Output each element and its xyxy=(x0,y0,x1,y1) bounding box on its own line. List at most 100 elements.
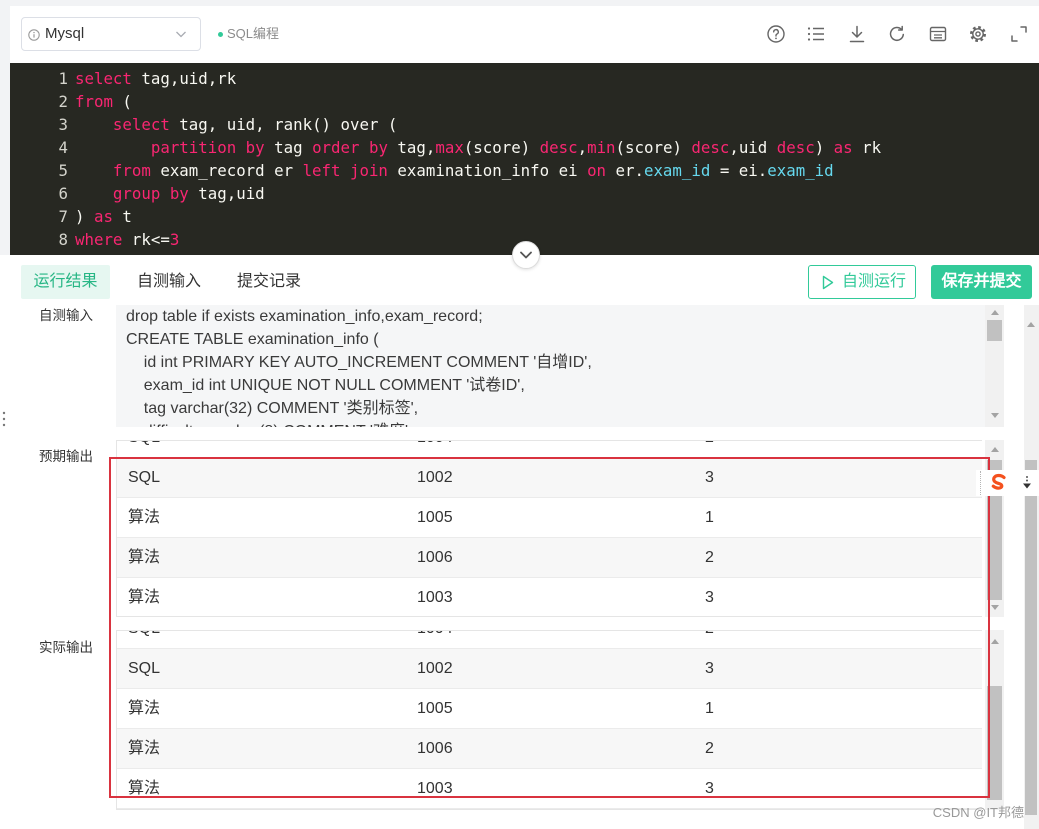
chevron-down-icon xyxy=(174,27,188,41)
table-cell: 1 xyxy=(705,509,714,526)
download-icon[interactable] xyxy=(847,24,867,44)
line-number: 8 xyxy=(58,230,68,249)
code-editor[interactable]: 1 select tag,uid,rk 2 from (3 select tag, u… xyxy=(10,63,1039,255)
code-token-plain: tag xyxy=(264,138,313,157)
table-cell: SQL xyxy=(128,469,161,486)
code-token-kw: select xyxy=(75,69,132,88)
table-row: SQL 1004 2 xyxy=(117,631,982,649)
code-token-plain: ( xyxy=(112,92,132,111)
self-input-content: drop table if exists examination_info,ex… xyxy=(116,305,985,427)
table-row: 算法 1005 1 xyxy=(117,689,982,729)
self-test-run-button[interactable]: 自测运行 xyxy=(808,265,916,299)
tab-run-result[interactable]: 运行结果 xyxy=(21,265,110,299)
expected-output-scrollbar[interactable] xyxy=(985,440,1004,617)
table-cell: 1003 xyxy=(417,780,453,797)
tab-self-test-input[interactable]: 自测输入 xyxy=(137,265,201,299)
expected-output-table: SQL 1004 2 SQL 1002 3 算法 1005 1 算法 1006 2 算法 1003 3 xyxy=(116,440,982,617)
self-input-line: exam_id int UNIQUE NOT NULL COMMENT '试卷I… xyxy=(126,377,525,394)
line-number: 6 xyxy=(58,184,68,203)
table-cell: 1006 xyxy=(417,740,453,757)
code-line[interactable]: 4 partition by tag order by tag,max(scor… xyxy=(10,136,1039,159)
scroll-down-icon[interactable] xyxy=(990,605,999,610)
caret-down-icon[interactable] xyxy=(1021,475,1033,496)
code-line[interactable]: 7 ) as t xyxy=(10,205,1039,228)
self-input-scrollbar[interactable] xyxy=(985,305,1004,427)
table-cell: 算法 xyxy=(128,549,161,566)
code-token-plain: er. xyxy=(606,161,644,180)
scroll-down-icon[interactable] xyxy=(990,413,999,418)
code-token-plain: , xyxy=(577,138,588,157)
table-cell: 1002 xyxy=(417,660,453,677)
self-input-label: 自测输入 xyxy=(39,308,93,323)
database-select[interactable]: Mysql xyxy=(21,17,201,51)
expected-output-label: 预期输出 xyxy=(39,449,93,464)
top-band xyxy=(0,0,1039,6)
scroll-up-icon[interactable] xyxy=(990,447,999,452)
table-cell: 算法 xyxy=(128,780,161,797)
code-token-prop: exam_id xyxy=(643,161,711,180)
self-test-run-label: 自测运行 xyxy=(842,273,907,290)
code-line[interactable]: 1 select tag,uid,rk xyxy=(10,67,1039,90)
code-token-kw: as xyxy=(833,138,853,157)
line-number: 4 xyxy=(58,138,68,157)
collapse-editor-button[interactable] xyxy=(512,241,540,269)
table-cell: 3 xyxy=(705,589,714,606)
table-cell: 1004 xyxy=(417,631,453,649)
database-select-value: Mysql xyxy=(45,25,85,42)
save-and-submit-button[interactable]: 保存并提交 xyxy=(931,265,1032,299)
tab-submission-history[interactable]: 提交记录 xyxy=(237,265,301,299)
code-line[interactable]: 5 from exam_record er left join examinat… xyxy=(10,159,1039,182)
table-cell: 2 xyxy=(705,631,714,649)
line-number: 7 xyxy=(58,207,68,226)
table-cell: SQL xyxy=(128,631,160,649)
chevron-down-icon xyxy=(520,251,532,259)
list-icon[interactable] xyxy=(806,24,826,44)
gear-icon[interactable] xyxy=(968,24,988,44)
table-row: SQL 1002 3 xyxy=(117,458,982,498)
table-cell: 算法 xyxy=(128,509,161,526)
code-text: ) as t xyxy=(75,205,132,228)
code-token-plain: tag, xyxy=(387,138,436,157)
mode-label: SQL编程 xyxy=(227,26,280,41)
code-token-kw: desc xyxy=(539,138,578,157)
table-cell: 1006 xyxy=(417,549,453,566)
code-token-plain: examination_info ei xyxy=(387,161,588,180)
line-number: 2 xyxy=(58,92,68,111)
drag-grip[interactable] xyxy=(980,471,981,495)
self-input-line: CREATE TABLE examination_info ( xyxy=(126,331,379,348)
code-line[interactable]: 3 select tag, uid, rank() over ( xyxy=(10,113,1039,136)
code-token-kw: group by xyxy=(75,184,189,203)
code-token-plain: rk xyxy=(852,138,882,157)
page-scrollbar[interactable] xyxy=(1024,305,1039,829)
code-token-num: 3 xyxy=(169,230,180,249)
code-token-plain: rk<= xyxy=(122,230,170,249)
scroll-thumb[interactable] xyxy=(1025,460,1037,815)
code-text: select tag, uid, rank() over ( xyxy=(75,113,397,136)
table-cell: 2 xyxy=(705,441,714,458)
code-line[interactable]: 2 from ( xyxy=(10,90,1039,113)
line-number: 1 xyxy=(58,69,68,88)
scroll-up-icon[interactable] xyxy=(1027,314,1035,332)
actual-output-scrollbar[interactable] xyxy=(985,630,1004,810)
code-token-kw: desc xyxy=(691,138,730,157)
resize-handle[interactable] xyxy=(1,410,7,428)
table-cell: SQL xyxy=(128,441,160,458)
help-icon[interactable] xyxy=(766,24,786,44)
code-text: from ( xyxy=(75,90,132,113)
code-line[interactable]: 6 group by tag,uid xyxy=(10,182,1039,205)
scroll-thumb[interactable] xyxy=(987,686,1002,800)
table-cell: 1004 xyxy=(417,441,453,458)
scroll-up-icon[interactable] xyxy=(990,639,999,644)
code-token-kw: as xyxy=(93,207,113,226)
actual-output-label: 实际输出 xyxy=(39,640,93,655)
keyboard-icon[interactable] xyxy=(928,24,948,44)
scroll-up-icon[interactable] xyxy=(990,310,999,315)
code-token-kw: max xyxy=(435,138,464,157)
actual-output-table: SQL 1004 2 SQL 1002 3 算法 1005 1 算法 1006 2 算法 1003 3 xyxy=(116,630,982,810)
fullscreen-icon[interactable] xyxy=(1009,24,1029,44)
scroll-thumb[interactable] xyxy=(987,320,1002,341)
input-method-widget[interactable] xyxy=(976,470,1039,496)
refresh-icon[interactable] xyxy=(887,24,907,44)
code-token-plain: tag,uid xyxy=(188,184,265,203)
table-cell: 3 xyxy=(705,780,714,797)
